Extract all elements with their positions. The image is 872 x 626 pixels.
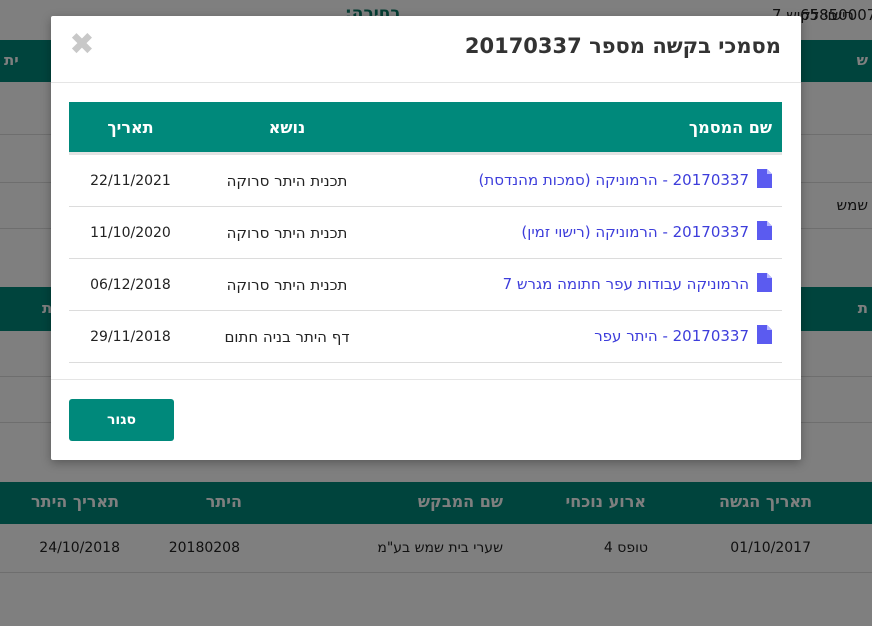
subject-cell: תכנית היתר סרוקה — [192, 153, 382, 207]
close-x-icon[interactable]: ✖ — [69, 30, 95, 60]
close-button[interactable]: סגור — [69, 399, 174, 441]
file-icon — [757, 273, 772, 296]
date-cell: 11/10/2020 — [69, 206, 192, 259]
document-name-cell: 20170337 - הרמוניקה (סמכות מהנדסת) — [382, 153, 782, 207]
date-cell: 29/11/2018 — [69, 310, 192, 363]
document-name-cell: 20170337 - היתר עפר — [382, 310, 782, 363]
table-row: 20170337 - הרמוניקה (רישוי זמין) תכנית ה… — [69, 206, 782, 259]
document-name-cell: 20170337 - הרמוניקה (רישוי זמין) — [382, 206, 782, 259]
date-cell: 06/12/2018 — [69, 258, 192, 311]
subject-cell: תכנית היתר סרוקה — [192, 206, 382, 259]
documents-modal: מסמכי בקשה מספר 20170337 ✖ שם המסמך נושא… — [51, 16, 801, 460]
table-row: 20170337 - הרמוניקה (סמכות מהנדסת) תכנית… — [69, 153, 782, 207]
column-header-document-name: שם המסמך — [382, 102, 782, 155]
document-link[interactable]: 20170337 - היתר עפר — [594, 327, 749, 345]
modal-header: מסמכי בקשה מספר 20170337 ✖ — [51, 16, 801, 83]
subject-cell: דף היתר בניה חתום — [192, 310, 382, 363]
document-link[interactable]: 20170337 - הרמוניקה (סמכות מהנדסת) — [479, 171, 749, 189]
documents-table-header-row: שם המסמך נושא תאריך — [69, 102, 782, 155]
subject-cell: תכנית היתר סרוקה — [192, 258, 382, 311]
date-cell: 22/11/2021 — [69, 153, 192, 207]
file-icon — [757, 221, 772, 244]
file-icon — [757, 169, 772, 192]
modal-title: מסמכי בקשה מספר 20170337 — [464, 34, 781, 58]
documents-table: שם המסמך נושא תאריך 20170337 - הרמוניקה … — [69, 102, 782, 363]
file-icon — [757, 325, 772, 348]
table-row: 20170337 - היתר עפר דף היתר בניה חתום 29… — [69, 310, 782, 363]
documents-table-wrapper: שם המסמך נושא תאריך 20170337 - הרמוניקה … — [69, 102, 782, 363]
document-link[interactable]: 20170337 - הרמוניקה (רישוי זמין) — [521, 223, 749, 241]
modal-footer: סגור — [51, 379, 801, 460]
column-header-subject: נושא — [192, 102, 382, 155]
table-row: הרמוניקה עבודות עפר חתומה מגרש 7 תכנית ה… — [69, 258, 782, 311]
document-name-cell: הרמוניקה עבודות עפר חתומה מגרש 7 — [382, 258, 782, 311]
document-link[interactable]: הרמוניקה עבודות עפר חתומה מגרש 7 — [503, 275, 749, 293]
column-header-date: תאריך — [69, 102, 192, 155]
